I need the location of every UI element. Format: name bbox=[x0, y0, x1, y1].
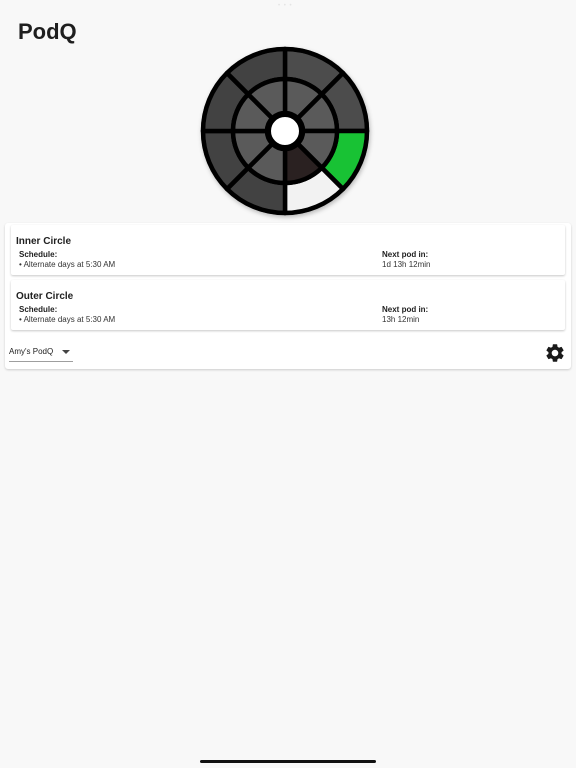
circle-row-outer[interactable]: Outer Circle Schedule: • Alternate days … bbox=[11, 280, 565, 330]
podq-wheel bbox=[199, 45, 371, 217]
pod-selector-value: Amy's PodQ bbox=[9, 347, 54, 356]
circle-name: Outer Circle bbox=[16, 291, 74, 302]
home-indicator[interactable] bbox=[200, 760, 376, 763]
circle-row-inner[interactable]: Inner Circle Schedule: • Alternate days … bbox=[11, 225, 565, 275]
chevron-down-icon bbox=[62, 350, 70, 354]
next-pod-label: Next pod in: bbox=[382, 305, 429, 314]
pod-selector-dropdown[interactable]: Amy's PodQ bbox=[9, 344, 73, 362]
page-title: PodQ bbox=[18, 19, 77, 44]
settings-button[interactable] bbox=[544, 342, 566, 364]
gear-icon bbox=[546, 344, 564, 362]
podq-wheel-graphic bbox=[200, 46, 370, 216]
schedule-item: • Alternate days at 5:30 AM bbox=[19, 315, 116, 324]
schedule-label: Schedule: bbox=[19, 250, 58, 259]
next-pod-value: 13h 12min bbox=[382, 315, 420, 324]
next-pod-value: 1d 13h 12min bbox=[382, 260, 431, 269]
schedule-item: • Alternate days at 5:30 AM bbox=[19, 260, 116, 269]
status-bar: • • • bbox=[0, 0, 576, 14]
next-pod-label: Next pod in: bbox=[382, 250, 429, 259]
schedule-label: Schedule: bbox=[19, 305, 58, 314]
circle-name: Inner Circle bbox=[16, 236, 72, 247]
wheel-center bbox=[267, 113, 303, 149]
circles-card: Inner Circle Schedule: • Alternate days … bbox=[5, 223, 571, 369]
dropdown-underline bbox=[9, 361, 73, 362]
multitask-dots[interactable]: • • • bbox=[278, 3, 293, 9]
